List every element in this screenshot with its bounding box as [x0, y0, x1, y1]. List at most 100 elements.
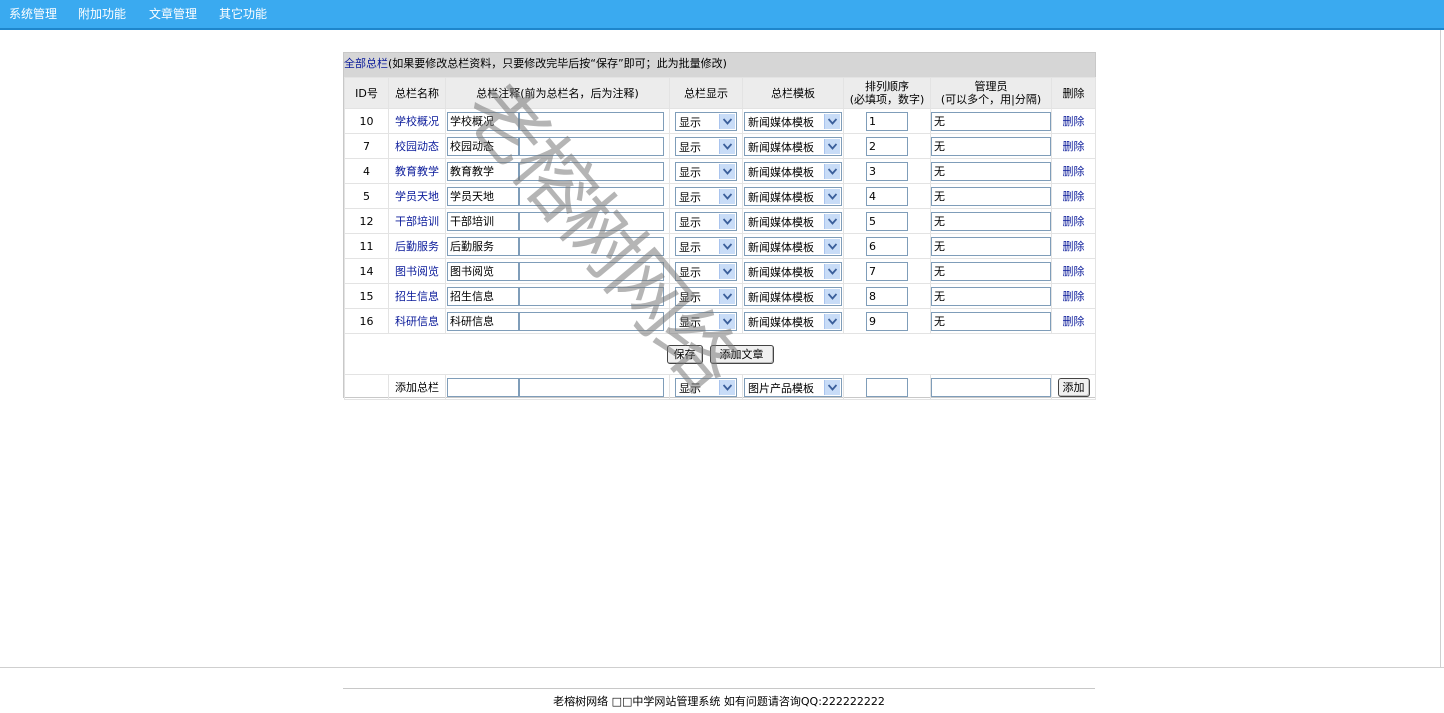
show-select-value: 显示 [679, 140, 701, 154]
order-input[interactable] [866, 161, 908, 181]
row-category-name[interactable]: 学员天地 [388, 183, 446, 209]
admin-input[interactable] [931, 136, 1051, 156]
template-select[interactable]: 新闻媒体模板 [744, 136, 842, 156]
nav-extra-functions[interactable]: 附加功能 [78, 5, 126, 22]
category-name-input[interactable] [447, 211, 519, 231]
order-input[interactable] [866, 111, 908, 131]
save-button[interactable]: 保存 [666, 344, 703, 364]
order-input[interactable] [866, 261, 908, 281]
category-note-input[interactable] [519, 236, 664, 256]
chevron-down-icon [719, 213, 735, 229]
delete-link[interactable]: 删除 [1051, 258, 1096, 284]
new-order-input[interactable] [866, 377, 908, 397]
show-select[interactable]: 显示 [675, 261, 737, 281]
col-header-admin-hint: (可以多个，用|分隔) [940, 93, 1042, 106]
add-category-button[interactable]: 添加 [1057, 377, 1090, 397]
order-input[interactable] [866, 311, 908, 331]
template-select[interactable]: 新闻媒体模板 [744, 111, 842, 131]
show-select[interactable]: 显示 [675, 161, 737, 181]
row-category-name[interactable]: 校园动态 [388, 133, 446, 159]
template-select[interactable]: 新闻媒体模板 [744, 261, 842, 281]
admin-input[interactable] [931, 111, 1051, 131]
new-admin-input[interactable] [931, 377, 1051, 397]
delete-link[interactable]: 删除 [1051, 283, 1096, 309]
new-category-note-input[interactable] [519, 377, 664, 397]
admin-input[interactable] [931, 286, 1051, 306]
row-id: 5 [344, 183, 389, 209]
admin-input[interactable] [931, 211, 1051, 231]
admin-input[interactable] [931, 186, 1051, 206]
add-article-button[interactable]: 添加文章 [709, 344, 774, 364]
admin-input[interactable] [931, 261, 1051, 281]
category-note-input[interactable] [519, 261, 664, 281]
category-note-input[interactable] [519, 111, 664, 131]
show-select[interactable]: 显示 [675, 211, 737, 231]
row-category-name[interactable]: 学校概况 [388, 108, 446, 134]
category-name-input[interactable] [447, 311, 519, 331]
table-row: 16科研信息 显示 新闻媒体模板 删除 [344, 308, 1096, 334]
category-name-input[interactable] [447, 161, 519, 181]
show-select[interactable]: 显示 [675, 311, 737, 331]
nav-system-management[interactable]: 系统管理 [9, 5, 57, 22]
row-category-name[interactable]: 科研信息 [388, 308, 446, 334]
new-show-select[interactable]: 显示 [675, 377, 737, 397]
category-name-input[interactable] [447, 236, 519, 256]
delete-link[interactable]: 删除 [1051, 208, 1096, 234]
category-name-input[interactable] [447, 286, 519, 306]
order-input[interactable] [866, 211, 908, 231]
template-select-value: 新闻媒体模板 [748, 240, 814, 254]
category-name-input[interactable] [447, 111, 519, 131]
delete-link[interactable]: 删除 [1051, 233, 1096, 259]
show-select[interactable]: 显示 [675, 236, 737, 256]
delete-link[interactable]: 删除 [1051, 108, 1096, 134]
delete-link[interactable]: 删除 [1051, 308, 1096, 334]
order-input[interactable] [866, 136, 908, 156]
top-nav-bar: 系统管理 附加功能 文章管理 其它功能 [0, 0, 1444, 30]
row-category-name[interactable]: 招生信息 [388, 283, 446, 309]
order-input[interactable] [866, 186, 908, 206]
new-category-name-input[interactable] [447, 377, 519, 397]
category-note-input[interactable] [519, 211, 664, 231]
template-select[interactable]: 新闻媒体模板 [744, 286, 842, 306]
template-select[interactable]: 新闻媒体模板 [744, 161, 842, 181]
show-select[interactable]: 显示 [675, 111, 737, 131]
category-note-input[interactable] [519, 186, 664, 206]
admin-input[interactable] [931, 311, 1051, 331]
template-select[interactable]: 新闻媒体模板 [744, 186, 842, 206]
nav-other-functions[interactable]: 其它功能 [219, 5, 267, 22]
category-note-input[interactable] [519, 311, 664, 331]
delete-link[interactable]: 删除 [1051, 158, 1096, 184]
category-note-input[interactable] [519, 136, 664, 156]
footer-text: 老榕树网络 □□中学网站管理系统 如有问题请咨询QQ:222222222 [553, 695, 885, 708]
template-select-value: 新闻媒体模板 [748, 190, 814, 204]
template-select[interactable]: 新闻媒体模板 [744, 211, 842, 231]
row-category-name[interactable]: 后勤服务 [388, 233, 446, 259]
category-name-input[interactable] [447, 186, 519, 206]
order-input[interactable] [866, 286, 908, 306]
show-select[interactable]: 显示 [675, 136, 737, 156]
show-select[interactable]: 显示 [675, 186, 737, 206]
admin-input[interactable] [931, 161, 1051, 181]
frame-divider-bottom [0, 667, 1444, 668]
nav-article-management[interactable]: 文章管理 [149, 5, 197, 22]
category-note-input[interactable] [519, 286, 664, 306]
category-name-input[interactable] [447, 136, 519, 156]
table-row: 10学校概况 显示 新闻媒体模板 删除 [344, 108, 1096, 134]
show-select-value: 显示 [679, 290, 701, 304]
admin-input[interactable] [931, 236, 1051, 256]
row-category-name[interactable]: 干部培训 [388, 208, 446, 234]
show-select[interactable]: 显示 [675, 286, 737, 306]
col-header-order: 排列顺序 (必填项，数字) [843, 77, 931, 109]
category-note-input[interactable] [519, 161, 664, 181]
all-categories-link[interactable]: 全部总栏 [344, 57, 388, 70]
show-select-value: 显示 [679, 190, 701, 204]
template-select[interactable]: 新闻媒体模板 [744, 311, 842, 331]
delete-link[interactable]: 删除 [1051, 183, 1096, 209]
row-category-name[interactable]: 图书阅览 [388, 258, 446, 284]
row-category-name[interactable]: 教育教学 [388, 158, 446, 184]
category-name-input[interactable] [447, 261, 519, 281]
template-select[interactable]: 新闻媒体模板 [744, 236, 842, 256]
delete-link[interactable]: 删除 [1051, 133, 1096, 159]
order-input[interactable] [866, 236, 908, 256]
new-template-select[interactable]: 图片产品模板 [744, 377, 842, 397]
